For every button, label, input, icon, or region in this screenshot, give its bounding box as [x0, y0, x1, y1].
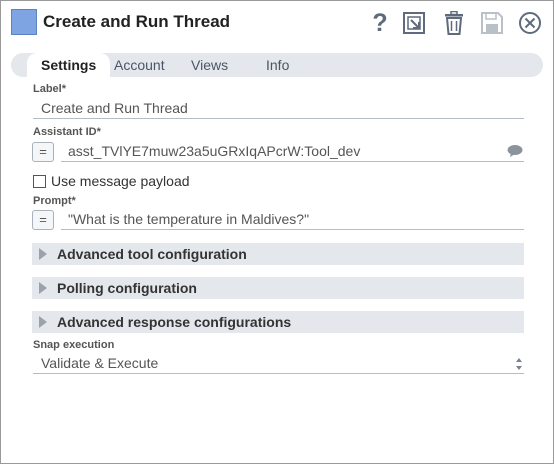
dialog-title: Create and Run Thread	[43, 12, 231, 31]
export-icon[interactable]	[401, 9, 427, 37]
assistant-id-input[interactable]: asst_TVlYE7muw23a5uGRxIqAPcrW:Tool_dev	[61, 140, 524, 162]
expand-triangle-icon	[39, 248, 47, 260]
use-message-payload-checkbox[interactable]	[33, 175, 46, 188]
use-message-payload-label: Use message payload	[51, 173, 190, 189]
select-arrows-icon	[514, 356, 524, 372]
snap-execution-value: Validate & Execute	[41, 355, 159, 371]
label-input[interactable]: Create and Run Thread	[33, 97, 524, 119]
snap-execution-select[interactable]: Validate & Execute	[33, 352, 524, 374]
expand-triangle-icon	[39, 282, 47, 294]
delete-icon[interactable]	[441, 9, 467, 37]
suggestion-bubble-icon[interactable]	[507, 144, 523, 158]
section-polling-configuration[interactable]: Polling configuration	[32, 277, 524, 299]
section-label: Advanced tool configuration	[57, 246, 247, 262]
label-field-label: Label*	[33, 83, 67, 95]
expression-toggle-button[interactable]: =	[32, 142, 54, 162]
help-icon[interactable]: ?	[367, 9, 393, 37]
expand-triangle-icon	[39, 316, 47, 328]
section-advanced-tool-configuration[interactable]: Advanced tool configuration	[32, 243, 524, 265]
tab-views[interactable]: Views	[191, 53, 228, 77]
title-bar: Create and Run Thread ?	[1, 1, 553, 45]
section-label: Polling configuration	[57, 280, 197, 296]
close-icon[interactable]	[517, 9, 543, 37]
prompt-label: Prompt*	[33, 195, 76, 207]
snap-icon	[11, 9, 37, 35]
snap-settings-dialog: Create and Run Thread ? Settings Account…	[0, 0, 554, 464]
prompt-input[interactable]: "What is the temperature in Maldives?"	[61, 208, 524, 230]
snap-execution-label: Snap execution	[33, 339, 115, 351]
tab-info[interactable]: Info	[266, 53, 289, 77]
tab-bar: Settings Account Views Info	[11, 53, 543, 77]
section-label: Advanced response configurations	[57, 314, 292, 330]
tab-settings[interactable]: Settings	[27, 53, 111, 77]
prompt-expression-toggle-button[interactable]: =	[32, 210, 54, 230]
assistant-id-value: asst_TVlYE7muw23a5uGRxIqAPcrW:Tool_dev	[68, 143, 361, 159]
section-advanced-response-configurations[interactable]: Advanced response configurations	[32, 311, 524, 333]
save-icon[interactable]	[479, 9, 505, 37]
assistant-id-label: Assistant ID*	[33, 126, 101, 138]
tab-account[interactable]: Account	[114, 53, 165, 77]
